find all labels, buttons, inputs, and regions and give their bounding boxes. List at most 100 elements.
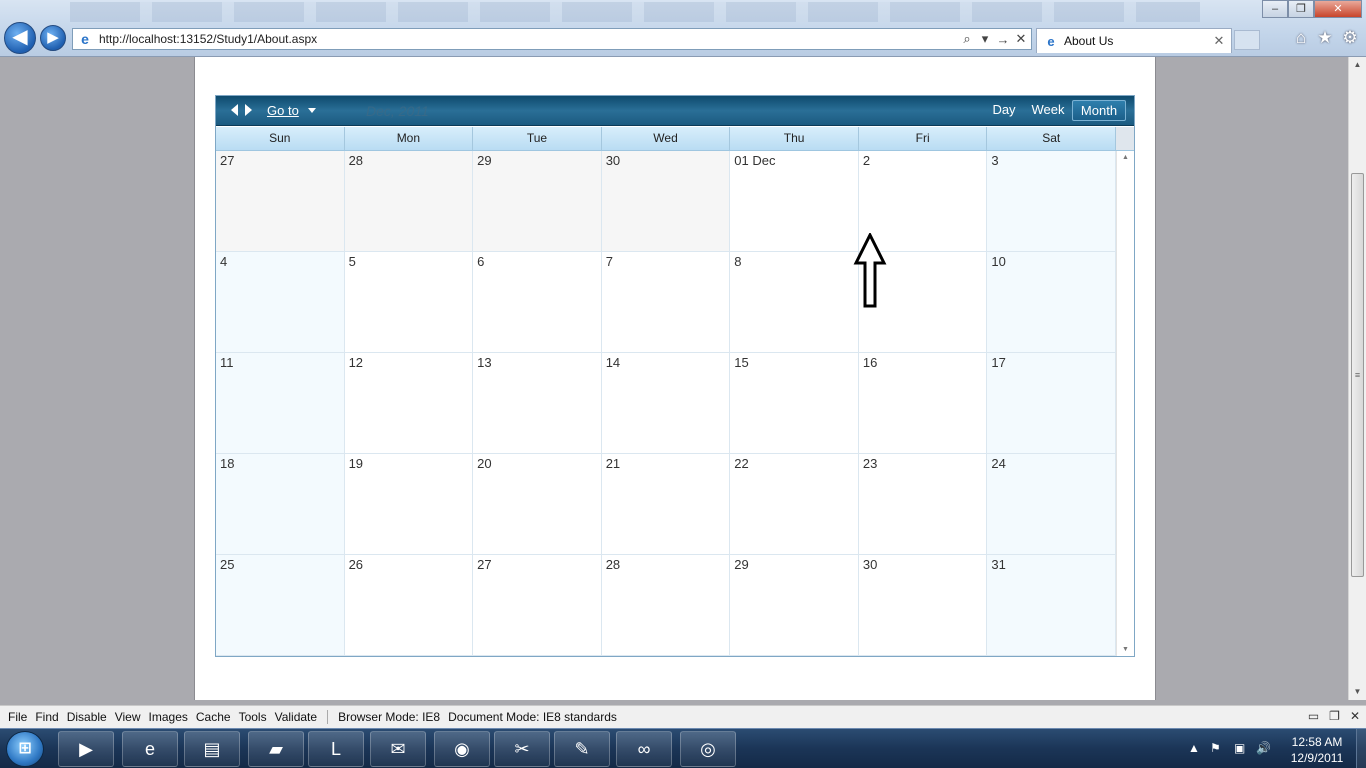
day-cell[interactable]: 29 (473, 151, 602, 252)
taskbar-button-chrome[interactable]: ◎ (680, 731, 736, 767)
tab-close-icon[interactable]: ✕ (1211, 33, 1227, 49)
grid-scrollbar[interactable]: ▲ ▼ (1116, 151, 1134, 656)
day-number: 10 (991, 254, 1006, 269)
taskbar-button-tools[interactable]: ✂ (494, 731, 550, 767)
page-scrollbar[interactable]: ▲ ≡ ▼ (1348, 57, 1366, 700)
page-scroll-thumb[interactable]: ≡ (1351, 173, 1364, 577)
action-center-flag-icon[interactable]: ⚑ (1210, 741, 1221, 755)
browser-mode-menu[interactable]: Browser Mode: IE8 (327, 710, 440, 724)
day-cell[interactable]: 29 (730, 555, 859, 656)
day-cell[interactable]: 15 (730, 353, 859, 454)
view-week-button[interactable]: Week (1028, 100, 1068, 121)
dev-menu-disable[interactable]: Disable (67, 710, 107, 724)
day-cell[interactable]: 11 (216, 353, 345, 454)
day-cell[interactable]: 3 (987, 151, 1116, 252)
day-cell[interactable]: 16 (858, 353, 988, 454)
next-arrow-icon[interactable] (245, 104, 252, 116)
day-cell[interactable]: 20 (473, 454, 602, 555)
day-cell[interactable]: 13 (473, 353, 602, 454)
address-bar[interactable]: e http://localhost:13152/Study1/About.as… (72, 28, 1032, 50)
dev-menu-validate[interactable]: Validate (275, 710, 317, 724)
dev-menu-images[interactable]: Images (149, 710, 188, 724)
taskbar-button-visual-studio[interactable]: ∞ (616, 731, 672, 767)
day-cell[interactable]: 31 (987, 555, 1116, 656)
page-body: Go to Dec, 2011 Day Week Month Sun Mon T… (194, 57, 1156, 700)
restore-button[interactable]: ❐ (1288, 0, 1314, 18)
day-cell[interactable]: 6 (473, 252, 602, 353)
day-cell[interactable]: 8 (730, 252, 859, 353)
day-cell[interactable]: 19 (344, 454, 474, 555)
day-cell[interactable]: 18 (216, 454, 345, 555)
day-cell[interactable]: 7 (601, 252, 731, 353)
taskbar-button-sticky-notes[interactable]: ▰ (248, 731, 304, 767)
day-cell[interactable]: 26 (344, 555, 474, 656)
dev-menu-tools[interactable]: Tools (239, 710, 267, 724)
day-cell[interactable]: 5 (344, 252, 474, 353)
dev-menu-view[interactable]: View (115, 710, 141, 724)
address-dropdown-icon[interactable]: ▾ (977, 31, 993, 47)
day-cell[interactable]: 25 (216, 555, 345, 656)
volume-icon[interactable]: 🔊 (1256, 741, 1271, 755)
dev-menu-find[interactable]: Find (35, 710, 58, 724)
taskbar-button-lync[interactable]: L (308, 731, 364, 767)
gear-icon[interactable]: ⚙ (1339, 28, 1361, 50)
taskbar-button-ie[interactable]: e (122, 731, 178, 767)
day-cell[interactable]: 28 (344, 151, 474, 252)
show-desktop-button[interactable] (1356, 729, 1366, 768)
day-cell[interactable]: 4 (216, 252, 345, 353)
taskbar-button-outlook[interactable]: ✉ (370, 731, 426, 767)
day-cell[interactable]: 14 (601, 353, 731, 454)
new-tab-button[interactable] (1234, 30, 1260, 50)
taskbar-button-media-player[interactable]: ▶ (58, 731, 114, 767)
day-cell[interactable]: 01 Dec (730, 151, 859, 252)
day-cell[interactable]: 27 (216, 151, 345, 252)
home-icon[interactable]: ⌂ (1290, 28, 1312, 50)
show-hidden-icons-icon[interactable]: ▲ (1188, 741, 1200, 755)
goto-dropdown-icon[interactable] (308, 108, 316, 113)
dev-popout-icon[interactable]: ❐ (1329, 709, 1340, 723)
day-cell[interactable]: 10 (987, 252, 1116, 353)
view-day-button[interactable]: Day (988, 100, 1020, 121)
minimize-button[interactable]: – (1262, 0, 1288, 18)
stop-icon[interactable]: ✕ (1013, 31, 1029, 47)
dev-menu-file[interactable]: File (8, 710, 27, 724)
prev-arrow-icon[interactable] (231, 104, 238, 116)
dev-menu-cache[interactable]: Cache (196, 710, 231, 724)
document-mode-menu[interactable]: Document Mode: IE8 standards (448, 710, 617, 724)
day-cell[interactable]: 12 (344, 353, 474, 454)
day-cell[interactable]: 23 (858, 454, 988, 555)
tab-about-us[interactable]: e About Us ✕ (1036, 28, 1232, 53)
scroll-up-icon[interactable]: ▲ (1117, 154, 1134, 161)
url-text[interactable]: http://localhost:13152/Study1/About.aspx (99, 32, 959, 46)
day-cell[interactable]: 24 (987, 454, 1116, 555)
system-clock[interactable]: 12:58 AM 12/9/2011 (1284, 734, 1350, 766)
view-month-button[interactable]: Month (1072, 100, 1126, 121)
day-cell[interactable]: 22 (730, 454, 859, 555)
network-icon[interactable]: ▣ (1234, 741, 1245, 755)
back-button[interactable]: ◀ (4, 22, 36, 54)
go-arrow-icon[interactable]: → (995, 32, 1011, 47)
tab-title: About Us (1064, 34, 1114, 48)
favorites-star-icon[interactable]: ★ (1314, 28, 1336, 50)
explorer-folder-icon: ▤ (203, 739, 221, 759)
day-cell[interactable]: 17 (987, 353, 1116, 454)
scroll-down-icon[interactable]: ▼ (1117, 646, 1134, 653)
taskbar-button-firefox[interactable]: ◉ (434, 731, 490, 767)
search-icon[interactable]: ⌕ (959, 31, 975, 47)
page-scroll-up-icon[interactable]: ▲ (1349, 57, 1366, 73)
scheduler-toolbar: Go to Dec, 2011 Day Week Month (216, 96, 1134, 126)
start-button[interactable]: ⊞ (6, 731, 44, 767)
dev-minimize-icon[interactable]: ▭ (1308, 709, 1319, 723)
day-cell[interactable]: 30 (858, 555, 988, 656)
goto-link[interactable]: Go to (267, 103, 299, 118)
page-scroll-down-icon[interactable]: ▼ (1349, 684, 1366, 700)
day-cell[interactable]: 30 (601, 151, 731, 252)
day-cell[interactable]: 28 (601, 555, 731, 656)
close-window-button[interactable]: ✕ (1314, 0, 1362, 18)
dev-close-icon[interactable]: ✕ (1350, 709, 1360, 723)
forward-button[interactable]: ▶ (40, 25, 66, 51)
taskbar-button-notepad[interactable]: ✎ (554, 731, 610, 767)
day-cell[interactable]: 21 (601, 454, 731, 555)
taskbar-button-explorer-folder[interactable]: ▤ (184, 731, 240, 767)
day-cell[interactable]: 27 (473, 555, 602, 656)
